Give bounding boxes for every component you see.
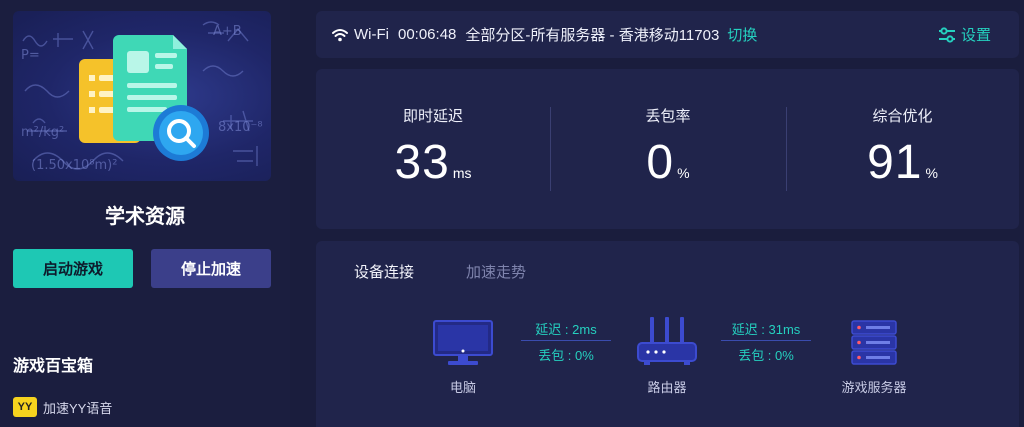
packet-loss-value-row: 0% <box>550 135 786 190</box>
computer-label: 电脑 <box>449 380 476 395</box>
svg-text:m²/kg²: m²/kg² <box>21 125 64 140</box>
packet-loss-value: 0 <box>646 136 675 189</box>
router-label: 路由器 <box>647 380 687 395</box>
toolbox-title: 游戏百宝箱 <box>13 358 94 375</box>
tab-device-connection[interactable]: 设备连接 <box>354 261 414 282</box>
game-title: 学术资源 <box>105 206 185 228</box>
status-bar: Wi-Fi 00:06:48 全部分区-所有服务器 - 香港移动11703 切换… <box>316 11 1019 58</box>
latency-unit: ms <box>452 165 472 181</box>
optimization-unit: % <box>925 165 938 181</box>
left-sidebar: P= A+B m²/kg² (1.50x10⁸m)² 8x10⁻⁸ 学术资源 启… <box>0 0 290 427</box>
svg-text:P=: P= <box>21 48 40 63</box>
svg-text:8x10⁻⁸: 8x10⁻⁸ <box>218 120 263 135</box>
start-game-button[interactable]: 启动游戏 <box>13 249 133 288</box>
stats-panel: 即时延迟 33 ms 丢包率 0% 综合优化 91% <box>316 69 1019 229</box>
toolbox-item-yy[interactable]: YY 加速YY语音 <box>13 397 112 417</box>
network-type: Wi-Fi <box>354 26 389 43</box>
latency-value: 33 <box>394 136 450 189</box>
svg-text:A+B: A+B <box>213 24 242 39</box>
pc-router-latency: 延迟 : 2ms <box>535 322 597 337</box>
router-server-link-line <box>721 340 811 341</box>
connection-panel: 设备连接 加速走势 电脑 延迟 : 2ms 丢包 : 0% 路由器 延迟 : 3… <box>316 241 1019 427</box>
optimization-value: 91 <box>867 136 923 189</box>
router-server-latency: 延迟 : 31ms <box>731 322 801 337</box>
pc-router-loss: 丢包 : 0% <box>538 348 594 363</box>
optimization-value-row: 91% <box>786 135 1019 190</box>
toolbox-item-label: 加速YY语音 <box>43 400 113 416</box>
router-server-loss: 丢包 : 0% <box>738 348 794 363</box>
svg-text:(1.50x10⁸m)²: (1.50x10⁸m)² <box>31 158 117 173</box>
settings-button[interactable]: 设置 <box>938 11 991 58</box>
optimization-stat: 综合优化 91% <box>786 69 1019 229</box>
wifi-icon <box>332 28 348 42</box>
settings-label: 设置 <box>960 27 991 44</box>
latency-label: 即时延迟 <box>402 108 463 125</box>
game-server-label: 游戏服务器 <box>841 380 907 395</box>
computer-icon <box>432 319 494 372</box>
yy-logo-icon: YY <box>13 397 37 417</box>
game-cover-image: P= A+B m²/kg² (1.50x10⁸m)² 8x10⁻⁸ <box>13 11 271 181</box>
server-region: 全部分区-所有服务器 - 香港移动11703 <box>465 27 720 44</box>
switch-server-link[interactable]: 切换 <box>727 24 757 45</box>
elapsed-time: 00:06:48 <box>397 26 457 43</box>
latency-stat: 即时延迟 33 ms <box>316 69 550 229</box>
packet-loss-label: 丢包率 <box>645 108 691 125</box>
stop-acceleration-button[interactable]: 停止加速 <box>151 249 271 288</box>
pc-router-link-line <box>521 340 611 341</box>
packet-loss-unit: % <box>677 165 690 181</box>
sliders-icon <box>938 26 956 43</box>
game-server-icon <box>850 319 898 372</box>
tab-acceleration-trend[interactable]: 加速走势 <box>466 261 526 282</box>
latency-value-row: 33 ms <box>316 135 550 190</box>
router-icon <box>636 315 698 374</box>
packet-loss-stat: 丢包率 0% <box>550 69 786 229</box>
optimization-label: 综合优化 <box>872 108 933 125</box>
